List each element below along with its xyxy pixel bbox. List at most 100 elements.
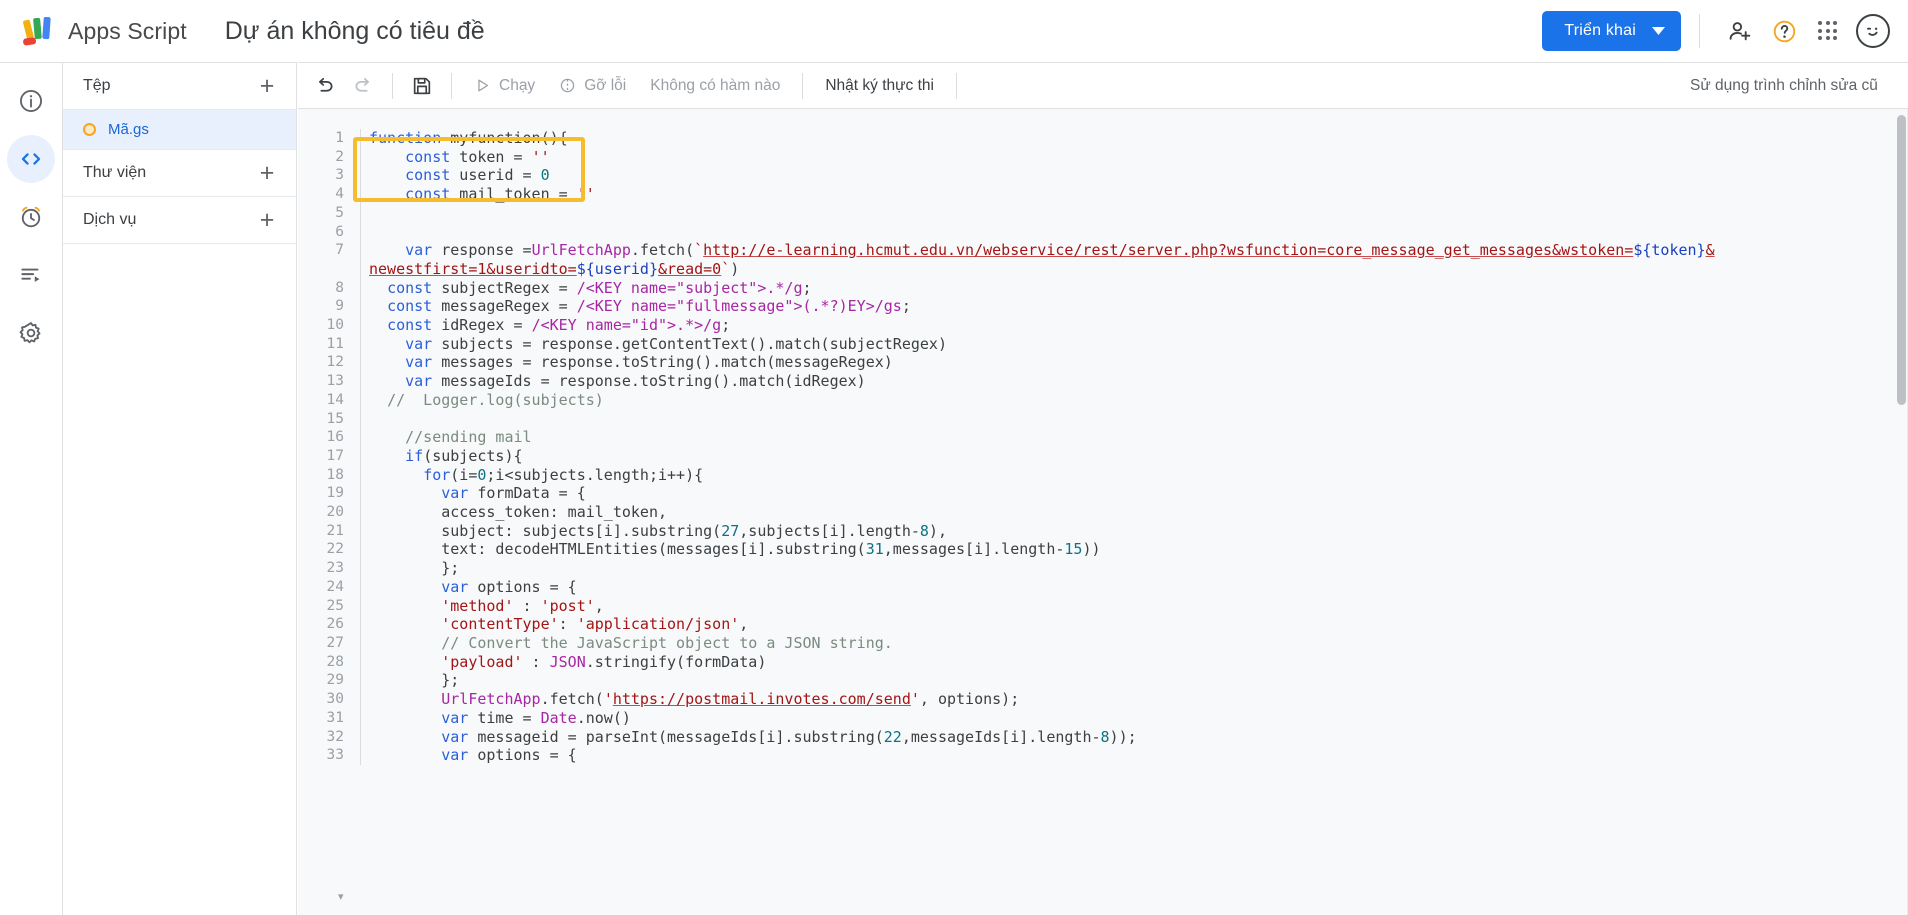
header-divider [1699,14,1700,48]
code-line[interactable]: 19 var formData = { [298,484,1908,504]
code-line[interactable]: 6 [298,222,1908,242]
code-token: var [405,372,433,391]
code-line[interactable]: 17 if(subjects){ [298,446,1908,466]
code-token: ; [901,297,911,316]
code-line[interactable]: 10 const idRegex = /<KEY name="id">.*>/g… [298,316,1908,335]
sidebar-item-settings[interactable] [7,309,55,357]
execution-log-button[interactable]: Nhật ký thực thi [813,67,946,105]
code-line[interactable]: 5 [298,203,1908,223]
add-person-icon[interactable] [1718,9,1762,53]
info-circle-icon [20,90,42,112]
code-token: UrlFetchApp [531,241,631,260]
code-line[interactable]: 3 const userid = 0 [298,166,1908,186]
code-line[interactable]: newestfirst=1&useridto=${userid}&read=0`… [298,259,1908,279]
code-token: ; [721,316,731,335]
brand-area[interactable]: Apps Script [22,14,187,48]
code-line[interactable]: 26 'contentType': 'application/json', [298,615,1908,634]
line-number: 2 [335,148,344,165]
code-line[interactable]: 27 // Convert the JavaScript object to a… [298,633,1908,653]
sidebar-item-triggers[interactable] [7,193,55,241]
toolbar-divider [802,72,804,99]
code-token: messages = response.toString().match(mes… [432,353,893,372]
line-number: 29 [326,672,344,689]
deploy-button[interactable]: Triển khai [1542,11,1681,51]
redo-button[interactable] [344,67,382,105]
apps-grid-icon[interactable] [1806,9,1850,53]
undo-button[interactable] [306,67,344,105]
code-line[interactable]: 33 var options = { [298,746,1908,765]
code-line[interactable]: 21 subject: subjects[i].substring(27,sub… [298,521,1908,541]
code-line[interactable]: 18 for(i=0;i<subjects.length;i++){ [298,465,1908,485]
code-line[interactable]: 30 UrlFetchApp.fetch('https://postmail.i… [298,690,1908,709]
code-token: var [441,484,469,503]
code-line[interactable]: 9 const messageRegex = /<KEY name="fullm… [298,297,1908,317]
save-button[interactable] [403,67,441,105]
code-line[interactable]: 22 text: decodeHTMLEntities(messages[i].… [298,540,1908,560]
code-line[interactable]: 24 var options = { [298,577,1908,597]
code-line[interactable]: 15 [298,409,1908,429]
code-line[interactable]: 14 // Logger.log(subjects) [298,390,1908,410]
avatar[interactable] [1856,14,1890,48]
code-line[interactable]: 25 'method' : 'post', [298,596,1908,616]
sidebar-item-editor[interactable] [7,135,55,183]
code-line[interactable]: 12 var messages = response.toString().ma… [298,353,1908,373]
file-explorer-panel: Tệp + Mã.gs Thư viện + Dịch vụ + [62,62,297,915]
code-line[interactable]: 32 var messageid = parseInt(messageIds[i… [298,727,1908,747]
code-text: var options = { [361,578,1908,597]
code-line[interactable]: 23 }; [298,559,1908,578]
code-line[interactable]: 20 access_token: mail_token, [298,503,1908,522]
debug-button[interactable]: Gỡ lỗi [547,67,638,105]
code-token: var [405,353,433,372]
legacy-editor-link[interactable]: Sử dụng trình chỉnh sửa cũ [1690,77,1878,95]
explorer-section-label: Thư viện [83,164,147,181]
fold-caret-icon[interactable]: ▾ [338,890,344,903]
code-line[interactable]: 31 var time = Date.now() [298,708,1908,728]
help-icon[interactable] [1762,9,1806,53]
code-line[interactable]: 7 var response =UrlFetchApp.fetch(`http:… [298,241,1908,260]
line-number: 26 [326,616,344,633]
code-line[interactable]: 1 function myfunction(){ [298,129,1908,148]
code-line[interactable]: 28 'payload' : JSON.stringify(formData) [298,652,1908,672]
code-token: const [387,297,433,316]
code-token: messageRegex = [432,297,577,316]
editor-vertical-scrollbar[interactable] [1897,115,1906,405]
code-text: 'payload' : JSON.stringify(formData) [361,653,1908,672]
line-number: 3 [335,167,344,184]
line-number: 30 [326,691,344,708]
code-token: response = [432,241,532,260]
code-token: 'method' [441,596,514,615]
code-token: ;i<subjects.length;i++){ [486,465,704,484]
code-line[interactable]: 2 const token = '' [298,147,1908,167]
project-title[interactable]: Dự án không có tiêu đề [225,17,485,46]
code-token: ,messageIds[i].length- [901,727,1101,746]
code-editor[interactable]: 1 function myfunction(){2 const token = '… [298,109,1908,915]
code-token: &read=0 [658,259,722,278]
add-service-button[interactable]: + [252,205,282,235]
code-line[interactable]: 16 //sending mail [298,428,1908,447]
code-line[interactable]: 13 var messageIds = response.toString().… [298,372,1908,391]
file-item-code[interactable]: Mã.gs [63,110,296,150]
add-file-button[interactable]: + [252,71,282,101]
code-line[interactable]: 11 var subjects = response.getContentTex… [298,334,1908,354]
line-number: 24 [326,578,344,595]
run-button[interactable]: Chạy [462,67,547,105]
play-icon [478,79,489,92]
function-selector[interactable]: Không có hàm nào [638,67,792,105]
sidebar-item-overview[interactable] [7,77,55,125]
code-line[interactable]: 29 }; [298,671,1908,691]
code-line[interactable]: 4 const mail_token = '' [298,185,1908,204]
code-token: ), [928,521,947,540]
code-token: JSON [549,652,586,671]
line-number: 9 [335,298,344,315]
code-line[interactable]: 8 const subjectRegex = /<KEY name="subje… [298,278,1908,298]
save-icon [413,77,431,94]
code-text: text: decodeHTMLEntities(messages[i].sub… [361,540,1908,559]
explorer-section-libraries: Thư viện + [63,150,296,197]
executions-list-icon [21,268,40,282]
line-number: 23 [326,560,344,577]
add-library-button[interactable]: + [252,158,282,188]
code-token: var [441,746,469,765]
sidebar-item-executions[interactable] [7,251,55,299]
